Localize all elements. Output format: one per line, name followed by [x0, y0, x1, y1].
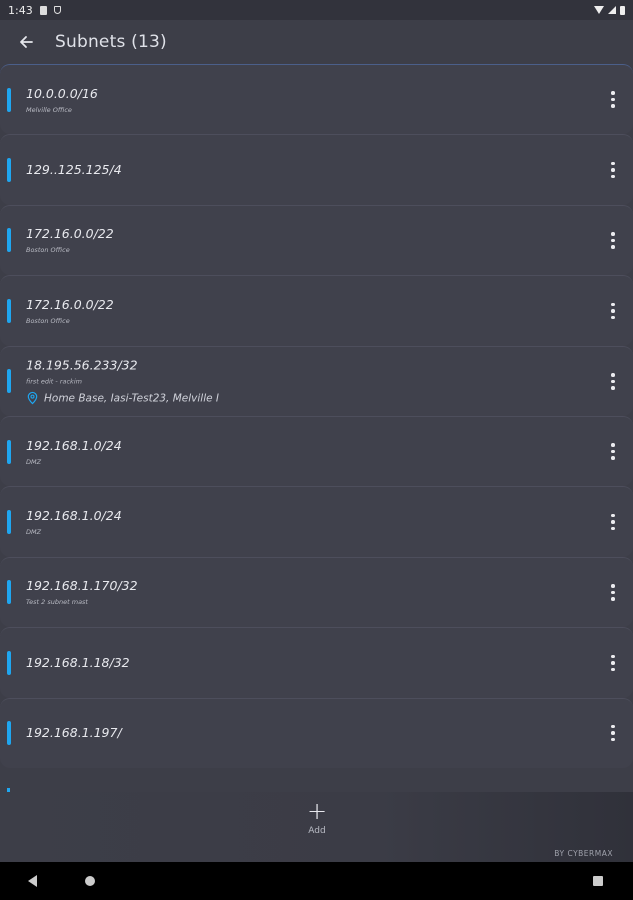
row-accent-bar — [7, 721, 11, 746]
row-accent-bar — [7, 87, 11, 112]
row-accent-bar — [7, 510, 11, 535]
row-text: 18.195.56.233/32 first edit - rackim Home … — [26, 358, 583, 405]
row-accent-bar — [7, 228, 11, 253]
subnet-address: 172.16.0.0/22 — [26, 226, 114, 242]
row-text: 192.168.1.0/24 DMZ — [26, 508, 583, 536]
row-text: 192.168.1.197/ — [26, 725, 583, 741]
shield-icon — [53, 6, 61, 14]
more-vert-icon[interactable] — [605, 651, 621, 675]
back-button[interactable] — [12, 28, 40, 56]
row-accent-bar — [7, 158, 11, 183]
system-nav-bar — [0, 862, 633, 900]
status-time: 1:43 — [8, 3, 33, 17]
row-accent-bar — [7, 580, 11, 605]
bottom-bar: + Add BY CYBERMAX — [0, 792, 633, 862]
more-vert-icon[interactable] — [605, 721, 621, 745]
brand-label: BY CYBERMAX — [554, 849, 613, 858]
subnet-location: Home Base, Iasi-Test23, Melville I — [26, 392, 583, 405]
status-bar: 1:43 — [0, 0, 633, 20]
subnet-address: 10.0.0.0/16 — [26, 85, 98, 101]
more-vert-icon[interactable] — [605, 228, 621, 252]
subnet-description: Boston Office — [26, 246, 70, 255]
row-text: 10.0.0.0/16 Melville Office — [26, 86, 583, 114]
add-label: Add — [308, 826, 326, 836]
more-vert-icon[interactable] — [605, 510, 621, 534]
subnet-description: Melville Office — [26, 105, 72, 114]
subnet-row[interactable]: 172.16.0.0/22 Boston Office — [0, 204, 633, 276]
subnet-address: 192.168.1.170/32 — [26, 578, 138, 594]
subnet-address: 192.168.1.0/24 — [26, 508, 122, 524]
subnet-row[interactable]: 192.168.1.170/32 Test 2 subnet mast — [0, 556, 633, 628]
sd-card-icon — [39, 5, 47, 15]
subnet-address: 18.195.56.233/32 — [26, 357, 138, 373]
more-vert-icon[interactable] — [605, 580, 621, 604]
row-text: 192.168.1.0/24 DMZ — [26, 438, 583, 466]
subnet-address: 192.168.1.0/24 — [26, 437, 122, 453]
more-vert-icon[interactable] — [605, 440, 621, 464]
subnet-address: 192.168.1.18/32 — [26, 654, 130, 670]
row-text: 192.168.1.170/32 Test 2 subnet mast — [26, 578, 583, 606]
subnet-description: Test 2 subnet mast — [26, 598, 88, 607]
add-button[interactable]: + Add — [296, 797, 338, 844]
location-text: Home Base, Iasi-Test23, Melville I — [44, 392, 220, 405]
more-vert-icon[interactable] — [605, 299, 621, 323]
page-title: Subnets (13) — [55, 32, 167, 52]
row-text: 172.16.0.0/22 Boston Office — [26, 226, 583, 254]
location-pin-icon — [27, 392, 38, 405]
signal-icon — [608, 6, 616, 14]
more-vert-icon[interactable] — [605, 88, 621, 112]
subnet-row[interactable]: 129..125.125/4 — [0, 134, 633, 205]
subnet-row[interactable]: 10.0.0.0/16 Melville Office — [0, 64, 633, 135]
nav-back-icon[interactable] — [28, 875, 37, 887]
plus-icon: + — [306, 797, 328, 825]
nav-recents-icon[interactable] — [593, 876, 603, 886]
battery-icon — [620, 5, 625, 15]
subnet-row[interactable]: 192.168.1.18/32 — [0, 627, 633, 698]
subnet-address: 172.16.0.0/22 — [26, 296, 114, 312]
row-accent-bar — [7, 369, 11, 394]
nav-home-icon[interactable] — [85, 876, 95, 886]
subnet-row[interactable]: 18.195.56.233/32 first edit - rackim Home … — [0, 345, 633, 416]
more-vert-icon[interactable] — [605, 369, 621, 393]
subnet-list: 10.0.0.0/16 Melville Office 129..125.125/4… — [0, 64, 633, 792]
row-text: 192.168.1.18/32 — [26, 655, 583, 671]
subnet-description: first edit - rackim — [26, 377, 82, 386]
subnet-address: 192.168.1.197/ — [26, 725, 122, 741]
subnet-row[interactable]: 192.168.1.197/ — [0, 697, 633, 768]
app-bar: Subnets (13) — [0, 20, 633, 64]
row-accent-bar — [7, 298, 11, 323]
subnet-row[interactable]: 172.16.0.0/22 Boston Office — [0, 275, 633, 346]
wifi-icon — [594, 6, 604, 14]
row-text: 129..125.125/4 — [26, 162, 583, 178]
subnet-row[interactable]: 192.168.1.0/24 DMZ — [0, 486, 633, 557]
arrow-left-icon — [20, 36, 33, 48]
subnet-description: DMZ — [26, 457, 42, 466]
subnet-description: DMZ — [26, 528, 42, 537]
row-accent-bar — [7, 650, 11, 675]
row-text: 172.16.0.0/22 Boston Office — [26, 297, 583, 325]
row-accent-bar — [7, 439, 11, 464]
subnet-description: Boston Office — [26, 316, 70, 325]
subnet-address: 129..125.125/4 — [26, 162, 122, 178]
more-vert-icon[interactable] — [605, 158, 621, 182]
subnet-row[interactable]: 192.168.1.0/24 DMZ — [0, 415, 633, 487]
